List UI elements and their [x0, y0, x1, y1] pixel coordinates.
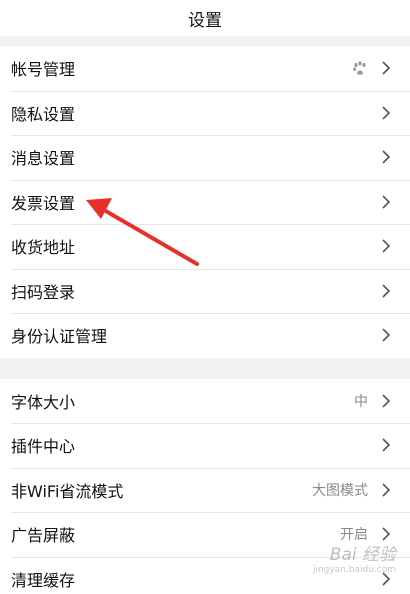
chevron-right-icon	[376, 192, 396, 212]
settings-item-value: 大图模式	[312, 482, 368, 499]
watermark-subtext: jingyan.baidu.com	[312, 565, 396, 575]
watermark-text: Bai 经验	[329, 545, 396, 565]
settings-item-label: 扫码登录	[11, 282, 76, 302]
settings-item-label: 隐私设置	[11, 104, 76, 124]
watermark: Bai 经验 jingyan.baidu.com	[286, 540, 396, 580]
page-header: 设置	[0, 0, 410, 36]
settings-item-privacy[interactable]: 隐私设置	[0, 90, 410, 136]
settings-item-label: 字体大小	[11, 392, 76, 412]
settings-item-label: 消息设置	[11, 149, 76, 169]
chevron-right-icon	[376, 147, 396, 167]
chevron-right-icon	[376, 281, 396, 301]
section-gap	[0, 357, 410, 379]
settings-item-label: 发票设置	[11, 193, 76, 213]
section-gap	[0, 36, 410, 46]
settings-item-messages[interactable]: 消息设置	[0, 135, 410, 180]
settings-item-value: 中	[354, 393, 368, 410]
chevron-right-icon	[376, 435, 396, 455]
settings-item-label: 收货地址	[11, 238, 76, 258]
chevron-right-icon	[376, 480, 396, 500]
chevron-right-icon	[376, 103, 396, 123]
chevron-right-icon	[376, 391, 396, 411]
chevron-right-icon	[376, 58, 396, 78]
settings-item-scan-login[interactable]: 扫码登录	[0, 268, 410, 314]
settings-item-label: 帐号管理	[11, 60, 76, 80]
chevron-right-icon	[376, 325, 396, 345]
chevron-right-icon	[376, 236, 396, 256]
settings-item-font-size[interactable]: 字体大小 中	[0, 379, 410, 424]
settings-item-invoice[interactable]: 发票设置	[0, 179, 410, 225]
settings-item-account[interactable]: 帐号管理	[0, 46, 410, 91]
settings-item-plugins[interactable]: 插件中心	[0, 423, 410, 468]
settings-item-label: 非WiFi省流模式	[11, 481, 124, 501]
settings-item-address[interactable]: 收货地址	[0, 224, 410, 269]
settings-item-identity[interactable]: 身份认证管理	[0, 313, 410, 358]
settings-item-data-saver[interactable]: 非WiFi省流模式 大图模式	[0, 467, 410, 513]
settings-item-label: 插件中心	[11, 437, 76, 457]
page-title: 设置	[188, 10, 222, 31]
settings-group-account: 帐号管理 隐私设置 消息设置 发票设置 收货地址 扫码登录 身份认证管理	[0, 46, 410, 358]
paw-icon	[352, 60, 368, 76]
settings-item-label: 身份认证管理	[11, 327, 108, 347]
